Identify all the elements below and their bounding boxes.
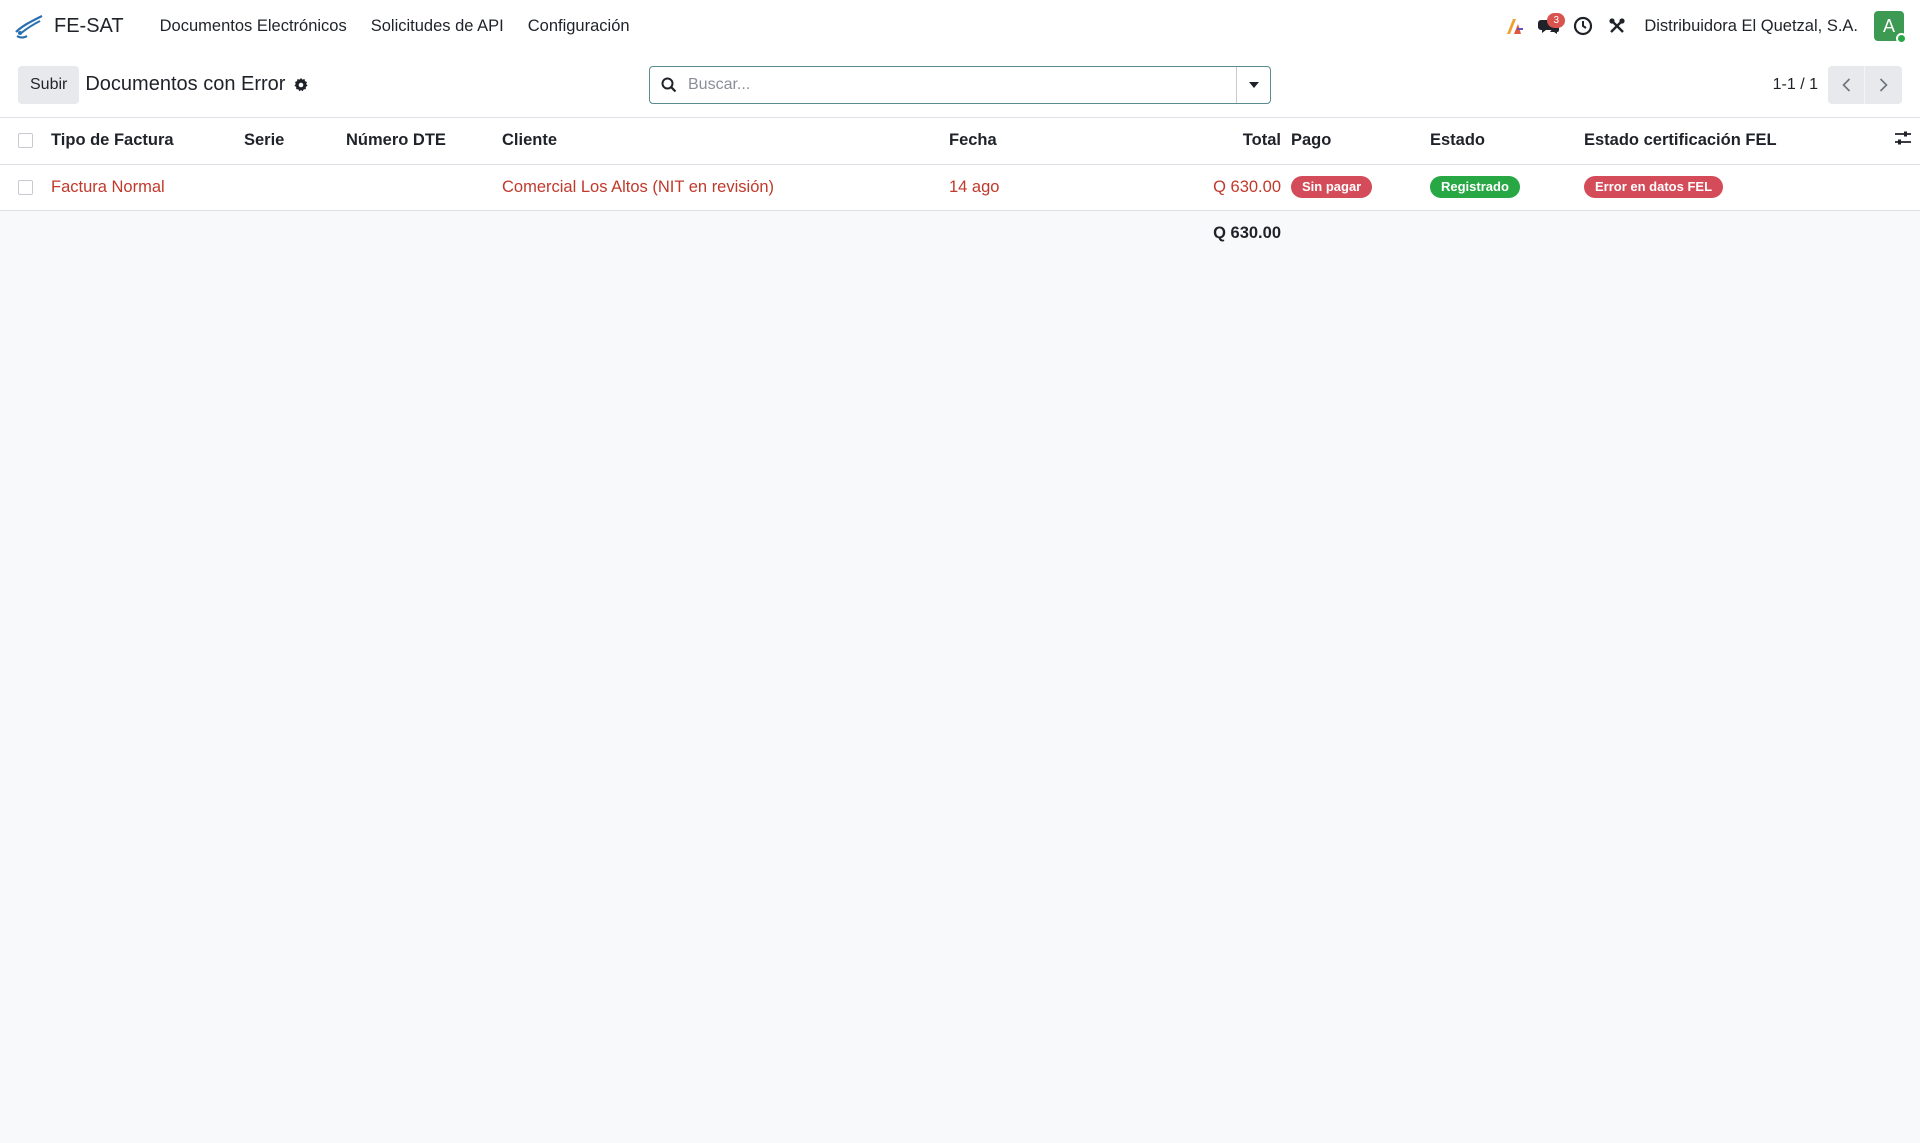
table-row[interactable]: Factura Normal Comercial Los Altos (NIT … xyxy=(0,164,1920,210)
debug-tools-icon[interactable] xyxy=(1600,6,1634,46)
upload-button[interactable]: Subir xyxy=(18,65,80,104)
main-menu: Documentos Electrónicos Solicitudes de A… xyxy=(148,0,642,52)
activity-clock-icon[interactable] xyxy=(1566,6,1600,46)
company-switcher[interactable]: Distribuidora El Quetzal, S.A. xyxy=(1644,17,1858,36)
app-logo-icon xyxy=(15,15,43,39)
search-bar xyxy=(649,65,1271,104)
column-header-estado-fel[interactable]: Estado certificación FEL xyxy=(1584,118,1874,164)
cell-cliente: Comercial Los Altos (NIT en revisión) xyxy=(502,177,775,196)
column-header-tipo[interactable]: Tipo de Factura xyxy=(51,118,244,164)
column-header-estado[interactable]: Estado xyxy=(1430,118,1584,164)
page-title: Documentos con Error xyxy=(85,73,286,95)
caret-down-icon xyxy=(1248,81,1259,88)
table-header-row: Tipo de Factura Serie Número DTE Cliente… xyxy=(0,118,1920,164)
documents-table: Tipo de Factura Serie Número DTE Cliente… xyxy=(0,118,1920,256)
gear-icon[interactable] xyxy=(293,77,309,93)
search-icon xyxy=(650,77,688,93)
online-status-dot xyxy=(1896,33,1907,44)
column-header-total[interactable]: Total xyxy=(1044,118,1291,164)
pager-previous-button[interactable] xyxy=(1828,65,1865,104)
column-header-cliente[interactable]: Cliente xyxy=(502,118,949,164)
column-header-numero-dte[interactable]: Número DTE xyxy=(346,118,502,164)
pager-value[interactable]: 1-1 / 1 xyxy=(1773,76,1818,94)
table-footer-row: Q 630.00 xyxy=(0,210,1920,256)
search-input[interactable] xyxy=(688,66,1236,103)
cell-total: Q 630.00 xyxy=(1213,177,1281,196)
avatar-initial: A xyxy=(1882,15,1895,36)
app-brand[interactable]: FE-SAT xyxy=(14,12,124,40)
list-view: Tipo de Factura Serie Número DTE Cliente… xyxy=(0,118,1920,256)
search-options-toggle[interactable] xyxy=(1236,66,1270,103)
cell-tipo: Factura Normal xyxy=(51,177,165,196)
pager: 1-1 / 1 xyxy=(1773,65,1902,104)
chevron-left-icon xyxy=(1841,77,1850,92)
menu-item-solicitudes-api[interactable]: Solicitudes de API xyxy=(359,0,516,52)
row-checkbox[interactable] xyxy=(18,179,33,195)
systray: 3 Distribuidora El Quetzal, S.A. A xyxy=(1498,6,1907,46)
cell-numero-dte xyxy=(346,164,502,210)
top-navbar: FE-SAT Documentos Electrónicos Solicitud… xyxy=(0,0,1920,52)
column-header-pago[interactable]: Pago xyxy=(1291,118,1430,164)
menu-item-documentos[interactable]: Documentos Electrónicos xyxy=(148,0,359,52)
pager-buttons xyxy=(1828,65,1902,104)
ai-assistant-icon[interactable] xyxy=(1498,6,1532,46)
messages-count-badge: 3 xyxy=(1547,13,1566,28)
menu-item-configuracion[interactable]: Configuración xyxy=(516,0,642,52)
app-name: FE-SAT xyxy=(54,14,124,37)
select-all-checkbox[interactable] xyxy=(18,133,33,149)
fel-status-badge: Error en datos FEL xyxy=(1584,176,1724,198)
cell-fecha: 14 ago xyxy=(949,177,1000,196)
state-badge: Registrado xyxy=(1430,176,1520,198)
cell-serie xyxy=(244,164,346,210)
column-header-serie[interactable]: Serie xyxy=(244,118,346,164)
footer-total: Q 630.00 xyxy=(1044,210,1291,256)
chevron-right-icon xyxy=(1879,77,1888,92)
column-header-fecha[interactable]: Fecha xyxy=(949,118,1044,164)
messages-icon[interactable]: 3 xyxy=(1532,6,1566,46)
payment-status-badge: Sin pagar xyxy=(1291,176,1373,198)
optional-columns-icon[interactable] xyxy=(1894,131,1912,149)
user-avatar[interactable]: A xyxy=(1874,11,1907,44)
pager-next-button[interactable] xyxy=(1865,65,1902,104)
control-panel: Subir Documentos con Error 1-1 / 1 xyxy=(0,52,1920,118)
